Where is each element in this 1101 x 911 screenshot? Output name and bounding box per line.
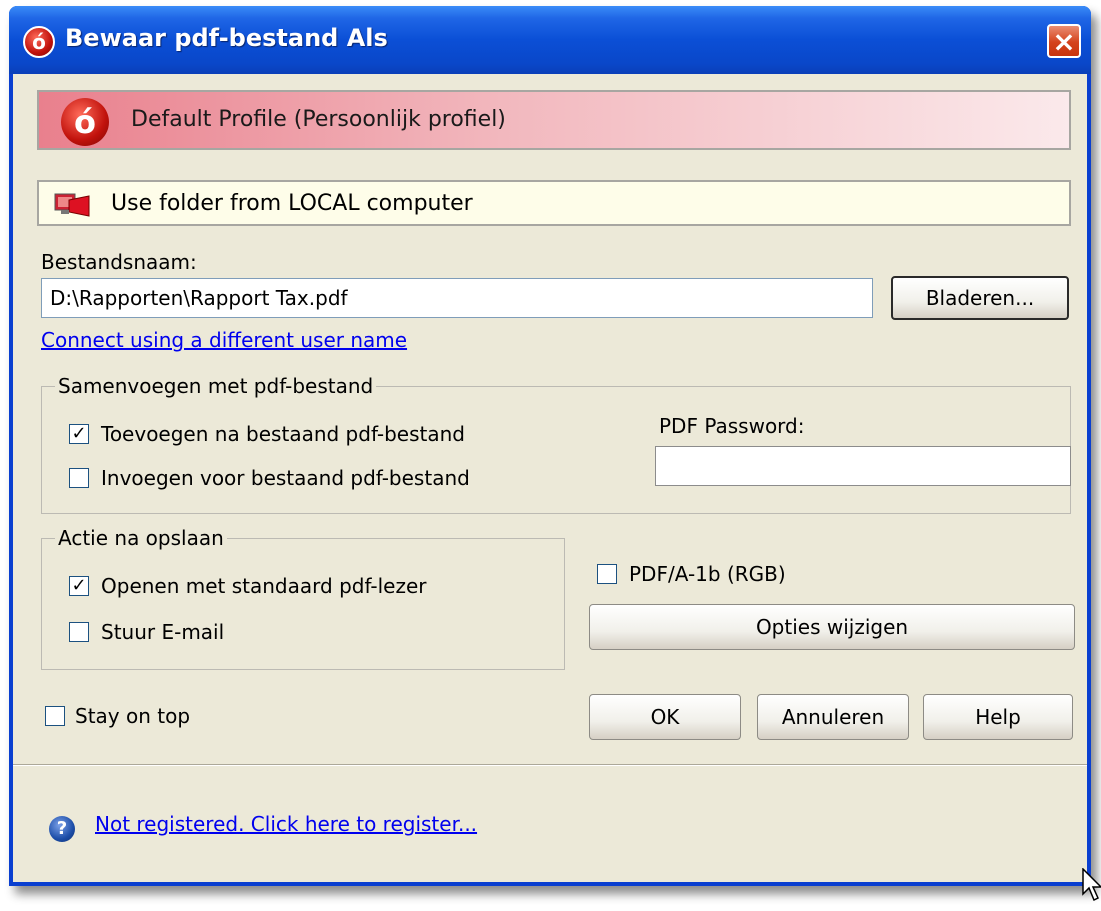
pdfa-label[interactable]: PDF/A-1b (RGB) <box>629 562 786 586</box>
title-bar[interactable]: ó Bewaar pdf-bestand Als × <box>9 6 1091 74</box>
after-save-group <box>41 538 565 670</box>
profile-name: Default Profile (Persoonlijk profiel) <box>131 107 506 132</box>
pdf-password-input[interactable] <box>655 446 1071 486</box>
merge-group-title: Samenvoegen met pdf-bestand <box>55 374 377 398</box>
footer-separator <box>13 764 1087 766</box>
mouse-cursor-icon <box>1082 868 1101 902</box>
save-as-dialog: ó Bewaar pdf-bestand Als × ó Default Pro… <box>9 6 1091 886</box>
insert-checkbox[interactable] <box>69 468 89 488</box>
help-button[interactable]: Help <box>923 694 1073 740</box>
help-question-icon: ? <box>49 816 75 842</box>
app-logo-icon: ó <box>23 26 55 58</box>
filename-label: Bestandsnaam: <box>41 250 197 274</box>
dialog-body: ó Default Profile (Persoonlijk profiel) … <box>13 74 1087 882</box>
profile-banner[interactable]: ó Default Profile (Persoonlijk profiel) <box>37 90 1071 150</box>
open-reader-label[interactable]: Openen met standaard pdf-lezer <box>101 574 427 598</box>
stay-on-top-label[interactable]: Stay on top <box>75 704 190 728</box>
open-reader-checkbox[interactable]: ✓ <box>69 576 89 596</box>
append-checkbox[interactable]: ✓ <box>69 424 89 444</box>
profile-logo-icon: ó <box>61 98 109 146</box>
append-label[interactable]: Toevoegen na bestaand pdf-bestand <box>101 422 465 446</box>
folder-banner[interactable]: Use folder from LOCAL computer <box>37 180 1071 226</box>
after-save-group-title: Actie na opslaan <box>55 526 227 550</box>
ok-button[interactable]: OK <box>589 694 741 740</box>
pdfa-checkbox[interactable] <box>597 564 617 584</box>
pdf-password-label: PDF Password: <box>659 414 805 438</box>
browse-button[interactable]: Bladeren... <box>891 276 1069 320</box>
window-title: Bewaar pdf-bestand Als <box>65 24 388 52</box>
stay-on-top-checkbox[interactable] <box>45 706 65 726</box>
send-email-label[interactable]: Stuur E-mail <box>101 620 224 644</box>
send-email-checkbox[interactable] <box>69 622 89 642</box>
cancel-button[interactable]: Annuleren <box>757 694 909 740</box>
filename-input[interactable]: D:\Rapporten\Rapport Tax.pdf <box>41 278 873 318</box>
computer-folder-icon <box>54 193 90 217</box>
change-options-button[interactable]: Opties wijzigen <box>589 604 1075 650</box>
connect-different-user-link[interactable]: Connect using a different user name <box>41 328 407 352</box>
register-link[interactable]: Not registered. Click here to register..… <box>95 812 477 836</box>
folder-mode-text: Use folder from LOCAL computer <box>111 191 473 216</box>
insert-label[interactable]: Invoegen voor bestaand pdf-bestand <box>101 466 470 490</box>
close-button[interactable]: × <box>1047 24 1081 58</box>
